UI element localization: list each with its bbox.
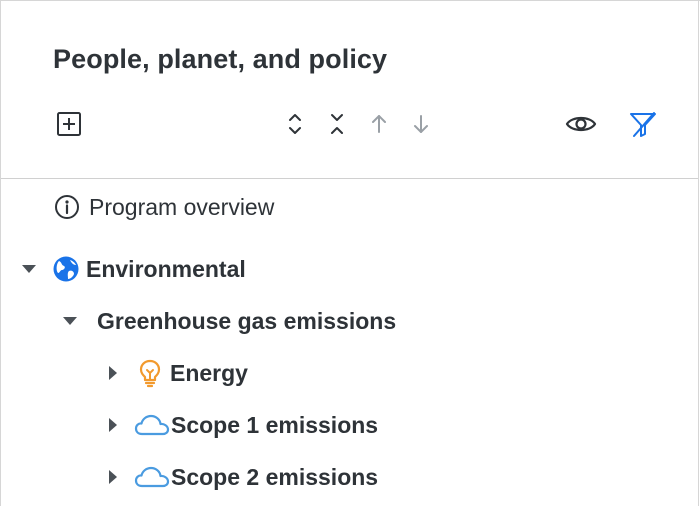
lightbulb-icon <box>136 358 164 388</box>
tree-item-label: Program overview <box>89 193 275 220</box>
eye-icon <box>565 116 597 132</box>
cloud-icon <box>134 463 170 491</box>
tree-item-label: Environmental <box>86 255 246 282</box>
filter-icon <box>630 112 656 137</box>
tree-item-label: Greenhouse gas emissions <box>97 307 397 334</box>
outline-panel: People, planet, and policy Program overv… <box>0 0 700 506</box>
tree-item-greenhouse-gas-emissions[interactable]: Greenhouse gas emissions <box>61 301 396 341</box>
caret-right-icon[interactable] <box>104 468 122 486</box>
arrow-down-icon <box>414 115 428 133</box>
collapse-all-button[interactable] <box>321 108 353 140</box>
caret-right-icon[interactable] <box>104 364 122 382</box>
move-down-button[interactable] <box>405 108 437 140</box>
tree-item-label: Energy <box>170 359 248 386</box>
expand-all-button[interactable] <box>279 108 311 140</box>
collapse-all-icon <box>331 114 343 134</box>
tree-item-environmental[interactable]: Environmental <box>20 249 246 289</box>
globe-icon <box>52 255 80 283</box>
arrow-up-icon <box>372 115 386 133</box>
tree-item-program-overview[interactable]: Program overview <box>53 187 274 227</box>
caret-right-icon[interactable] <box>104 416 122 434</box>
tree-item-scope-1-emissions[interactable]: Scope 1 emissions <box>104 405 378 445</box>
add-button[interactable] <box>53 108 85 140</box>
tree-item-energy[interactable]: Energy <box>104 353 248 393</box>
info-circle-icon <box>53 193 81 221</box>
panel-header: People, planet, and policy <box>1 0 698 179</box>
plus-square-icon <box>57 112 81 136</box>
view-button[interactable] <box>565 108 597 140</box>
cloud-icon <box>134 411 170 439</box>
expand-all-icon <box>289 114 301 134</box>
caret-down-icon[interactable] <box>61 312 79 330</box>
move-up-button[interactable] <box>363 108 395 140</box>
caret-down-icon[interactable] <box>20 260 38 278</box>
tree-item-scope-2-emissions[interactable]: Scope 2 emissions <box>104 457 378 497</box>
page-title: People, planet, and policy <box>53 44 388 74</box>
tree-item-label: Scope 1 emissions <box>171 411 379 438</box>
filter-button[interactable] <box>627 108 659 140</box>
tree-item-label: Scope 2 emissions <box>171 463 379 490</box>
